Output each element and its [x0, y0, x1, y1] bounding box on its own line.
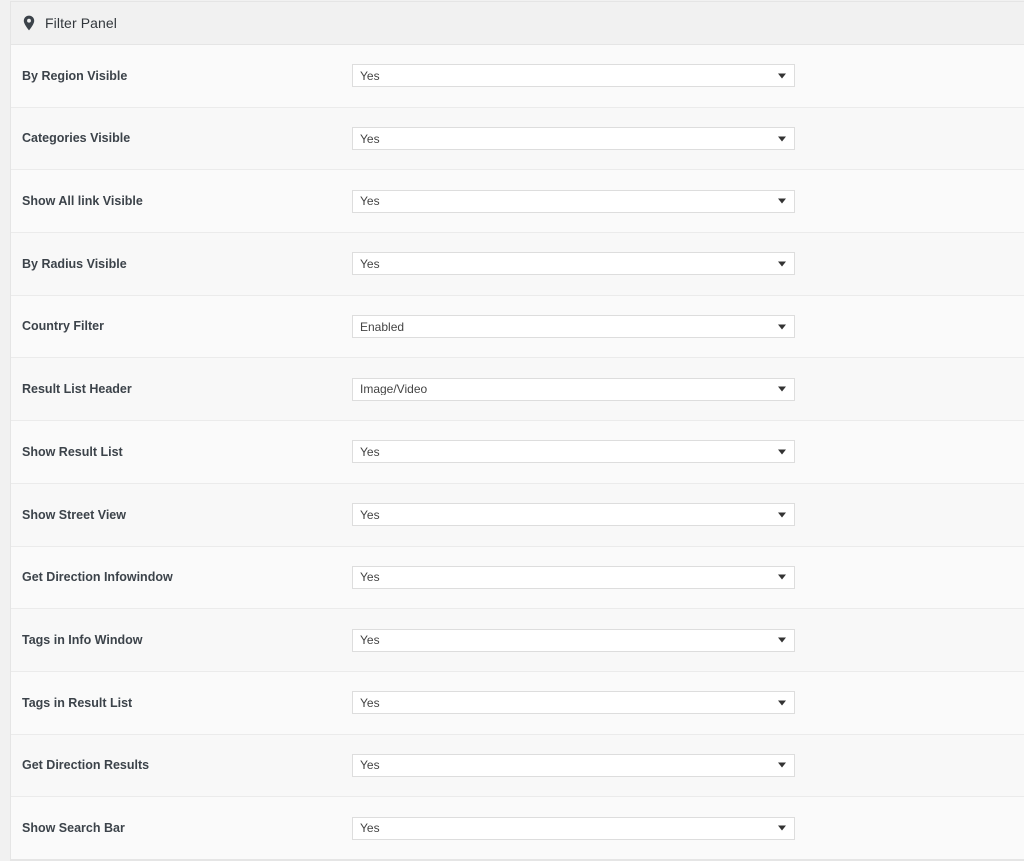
setting-label: Show Search Bar	[22, 820, 125, 835]
setting-label: Show Street View	[22, 507, 126, 522]
select-value: Image/Video	[360, 383, 428, 396]
setting-control: Yes	[341, 816, 1024, 840]
select-value: Yes	[360, 822, 380, 835]
select-value: Yes	[360, 445, 380, 458]
chevron-down-icon	[778, 574, 786, 580]
chevron-down-icon	[778, 637, 786, 643]
select-value: Yes	[360, 257, 380, 270]
setting-row-show-all-link-visible: Show All link Visible Yes	[11, 170, 1024, 234]
setting-row-get-direction-results: Get Direction Results Yes	[11, 734, 1024, 798]
select-tags-in-info-window[interactable]: Yes	[352, 628, 795, 652]
setting-control: Yes	[341, 252, 1024, 276]
setting-label: Result List Header	[22, 382, 132, 397]
setting-row-by-region-visible: By Region Visible Yes	[11, 45, 1024, 108]
select-show-result-list[interactable]: Yes	[352, 440, 795, 464]
chevron-down-icon	[778, 324, 786, 330]
select-value: Yes	[360, 571, 380, 584]
panel-header: Filter Panel	[11, 2, 1024, 45]
setting-row-categories-visible: Categories Visible Yes	[11, 107, 1024, 171]
chevron-down-icon	[778, 386, 786, 392]
map-pin-icon	[22, 15, 36, 31]
chevron-down-icon	[778, 700, 786, 706]
setting-label: Categories Visible	[22, 131, 131, 146]
setting-label: Tags in Info Window	[22, 632, 143, 647]
select-value: Yes	[360, 69, 380, 82]
select-country-filter[interactable]: Enabled	[352, 315, 795, 339]
chevron-down-icon	[778, 261, 786, 267]
filter-panel: Filter Panel By Region Visible Yes Categ…	[10, 1, 1024, 861]
select-tags-in-result-list[interactable]: Yes	[352, 691, 795, 715]
setting-control: Yes	[341, 189, 1024, 213]
setting-control: Yes	[341, 691, 1024, 715]
setting-label: Show All link Visible	[22, 194, 143, 209]
setting-control: Enabled	[341, 315, 1024, 339]
setting-row-get-direction-infowindow: Get Direction Infowindow Yes	[11, 546, 1024, 610]
setting-control: Yes	[341, 440, 1024, 464]
setting-control: Yes	[341, 753, 1024, 777]
setting-control: Yes	[341, 565, 1024, 589]
setting-label: By Radius Visible	[22, 256, 127, 271]
setting-control: Yes	[341, 127, 1024, 151]
setting-row-show-search-bar: Show Search Bar Yes	[11, 797, 1024, 860]
setting-control: Yes	[341, 503, 1024, 527]
select-get-direction-infowindow[interactable]: Yes	[352, 565, 795, 589]
chevron-down-icon	[778, 512, 786, 518]
setting-row-country-filter: Country Filter Enabled	[11, 295, 1024, 359]
chevron-down-icon	[778, 136, 786, 142]
select-value: Yes	[360, 759, 380, 772]
setting-control: Yes	[341, 64, 1024, 88]
chevron-down-icon	[778, 198, 786, 204]
setting-control: Yes	[341, 628, 1024, 652]
select-show-search-bar[interactable]: Yes	[352, 816, 795, 840]
select-categories-visible[interactable]: Yes	[352, 127, 795, 151]
chevron-down-icon	[778, 449, 786, 455]
chevron-down-icon	[778, 73, 786, 79]
chevron-down-icon	[778, 825, 786, 831]
panel-title: Filter Panel	[45, 15, 118, 31]
select-value: Yes	[360, 696, 380, 709]
setting-row-show-street-view: Show Street View Yes	[11, 483, 1024, 547]
setting-row-tags-in-result-list: Tags in Result List Yes	[11, 671, 1024, 735]
chevron-down-icon	[778, 762, 786, 768]
select-get-direction-results[interactable]: Yes	[352, 753, 795, 777]
setting-row-tags-in-info-window: Tags in Info Window Yes	[11, 609, 1024, 672]
select-show-all-link-visible[interactable]: Yes	[352, 189, 795, 213]
setting-label: By Region Visible	[22, 68, 128, 83]
setting-label: Get Direction Infowindow	[22, 570, 173, 585]
select-by-radius-visible[interactable]: Yes	[352, 252, 795, 276]
setting-label: Tags in Result List	[22, 695, 133, 710]
select-value: Enabled	[360, 320, 405, 333]
setting-label: Country Filter	[22, 319, 104, 334]
setting-row-show-result-list: Show Result List Yes	[11, 421, 1024, 484]
setting-label: Show Result List	[22, 444, 123, 459]
select-show-street-view[interactable]: Yes	[352, 503, 795, 527]
setting-control: Image/Video	[341, 377, 1024, 401]
select-value: Yes	[360, 132, 380, 145]
setting-row-by-radius-visible: By Radius Visible Yes	[11, 233, 1024, 296]
select-by-region-visible[interactable]: Yes	[352, 64, 795, 88]
setting-row-result-list-header: Result List Header Image/Video	[11, 358, 1024, 422]
select-result-list-header[interactable]: Image/Video	[352, 377, 795, 401]
select-value: Yes	[360, 508, 380, 521]
settings-list: By Region Visible Yes Categories Visible…	[11, 45, 1024, 860]
setting-label: Get Direction Results	[22, 758, 150, 773]
select-value: Yes	[360, 195, 380, 208]
select-value: Yes	[360, 634, 380, 647]
